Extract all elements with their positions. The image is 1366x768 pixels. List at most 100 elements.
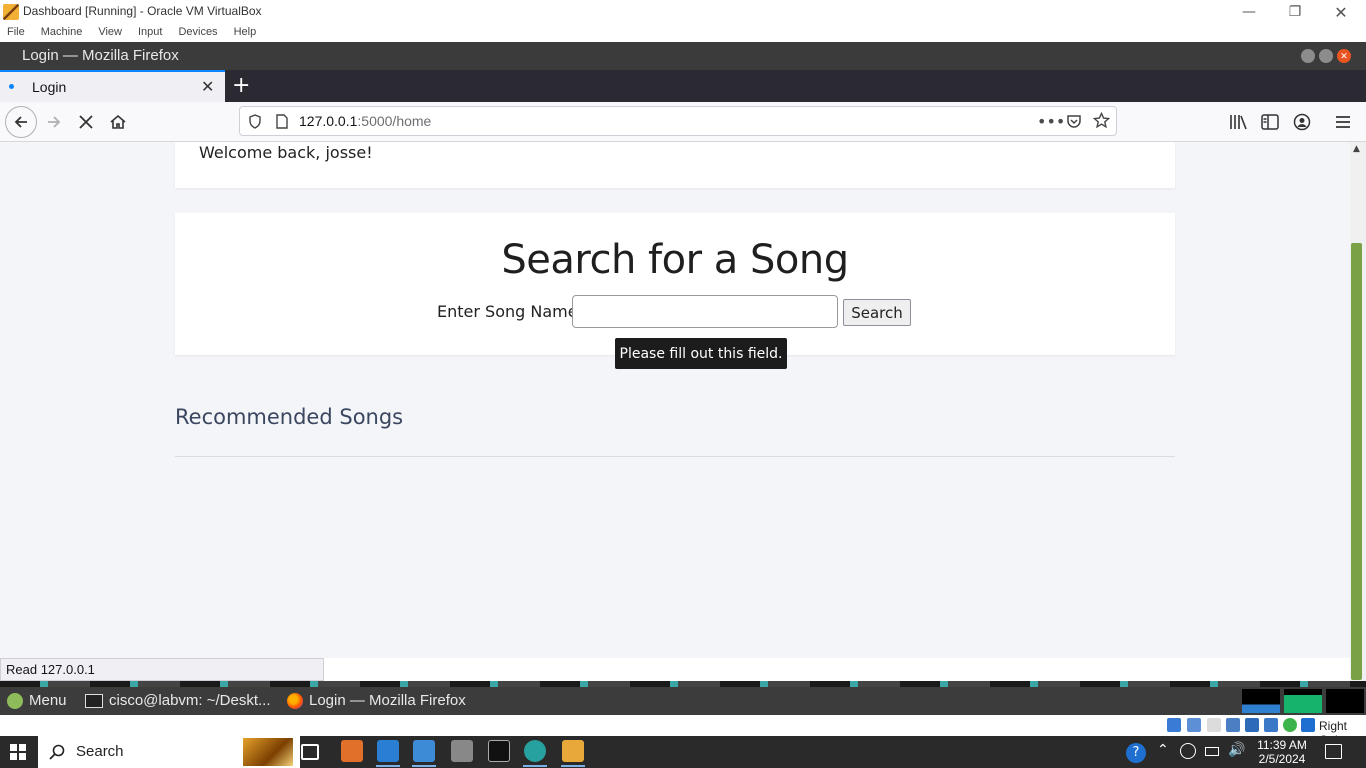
taskbar-search-box[interactable]: Search: [38, 736, 300, 768]
edge-active-indicator: [523, 765, 547, 767]
firefox-title-bar: Login — Mozilla Firefox ✕: [0, 42, 1366, 70]
tray-expand-icon[interactable]: ⌃: [1157, 742, 1169, 758]
command-prompt-icon[interactable]: [488, 740, 510, 762]
vb-disk-icon[interactable]: [1167, 718, 1181, 732]
minimize-icon[interactable]: —: [1226, 0, 1272, 24]
virtualbox-cube-icon[interactable]: [413, 740, 435, 762]
welcome-message: Welcome back, josse!: [199, 143, 373, 162]
url-bar[interactable]: 127.0.0.1:5000/home •••: [239, 106, 1117, 136]
virtualbox-status-bar: Right Ctrl: [0, 715, 1366, 747]
firefox-close-icon[interactable]: ✕: [1337, 49, 1351, 63]
taskbar-search-label: Search: [76, 743, 124, 760]
firefox-window-title: Login — Mozilla Firefox: [22, 47, 179, 64]
tab-login[interactable]: Login ✕: [0, 70, 225, 102]
memory-monitor-graph: [1284, 689, 1322, 713]
sidebar-icon[interactable]: [1261, 114, 1279, 130]
firefox-maximize-icon[interactable]: [1319, 49, 1333, 63]
edge-icon[interactable]: [524, 740, 546, 762]
back-arrow-icon: [14, 116, 27, 128]
status-bar: Read 127.0.0.1: [0, 658, 324, 681]
battery-icon[interactable]: [1205, 747, 1219, 756]
restore-icon[interactable]: ❐: [1272, 0, 1318, 24]
guest-menu-button[interactable]: Menu: [7, 692, 67, 709]
vb-shared-folder-icon[interactable]: [1264, 718, 1278, 732]
scroll-thumb[interactable]: [1351, 243, 1362, 680]
tab-loading-dot-icon: [9, 84, 14, 89]
windows-start-icon[interactable]: [10, 744, 26, 760]
vb-usb-icon[interactable]: [1245, 718, 1259, 732]
tab-bar: Login ✕ +: [0, 70, 1366, 102]
guest-panel: Menu cisco@labvm: ~/Deskt... Login — Moz…: [0, 687, 1366, 715]
vm-active-indicator: [561, 765, 585, 767]
virtualbox-menu-bar: File Machine View Input Devices Help: [0, 24, 1366, 42]
scroll-up-icon[interactable]: ▲: [1353, 144, 1360, 154]
page-info-icon[interactable]: [276, 114, 288, 129]
guest-terminal-window[interactable]: cisco@labvm: ~/Deskt...: [85, 692, 271, 709]
clock-date: 2/5/2024: [1258, 752, 1306, 766]
terminal-window-label: cisco@labvm: ~/Deskt...: [109, 692, 271, 709]
firefox-window-label: Login — Mozilla Firefox: [309, 692, 466, 709]
guest-menu-label: Menu: [29, 692, 67, 709]
menu-view[interactable]: View: [91, 24, 122, 42]
task-view-icon[interactable]: [301, 744, 319, 760]
windows-taskbar: Search ? ⌃ 🔊 11:39 AM 2/5/2024: [0, 736, 1366, 768]
notification-center-icon[interactable]: [1325, 744, 1342, 759]
menu-help[interactable]: Help: [227, 24, 257, 42]
bookmark-star-icon[interactable]: [1093, 112, 1110, 129]
menu-devices[interactable]: Devices: [171, 24, 217, 42]
back-button[interactable]: [5, 106, 37, 138]
virtualbox-window-title: Dashboard [Running] - Oracle VM VirtualB…: [23, 4, 262, 18]
globe-icon[interactable]: [1180, 743, 1196, 759]
xampp-icon[interactable]: [341, 740, 363, 762]
tab-label: Login: [32, 79, 67, 95]
volume-icon[interactable]: 🔊: [1228, 742, 1245, 758]
home-icon: [110, 114, 126, 129]
search-icon: [49, 744, 65, 760]
snipping-tool-icon[interactable]: [451, 740, 473, 762]
home-button[interactable]: [102, 106, 134, 138]
pocket-icon[interactable]: [1066, 113, 1082, 129]
clock-time: 11:39 AM: [1257, 738, 1307, 752]
vscode-icon[interactable]: [377, 740, 399, 762]
stop-button[interactable]: [70, 106, 102, 138]
forward-button[interactable]: [38, 106, 70, 138]
help-icon[interactable]: ?: [1126, 743, 1146, 763]
vb-audio-icon[interactable]: [1207, 718, 1221, 732]
song-name-input[interactable]: [572, 295, 838, 328]
search-card: Search for a Song Enter Song Name: Searc…: [175, 213, 1175, 355]
virtualbox-title-bar: Dashboard [Running] - Oracle VM VirtualB…: [0, 0, 1366, 24]
recommended-songs-heading: Recommended Songs: [175, 405, 404, 429]
recommended-divider: [175, 456, 1175, 457]
menu-input[interactable]: Input: [131, 24, 162, 42]
search-button[interactable]: Search: [843, 299, 911, 326]
mint-logo-icon: [7, 692, 23, 709]
virtualbox-app-icon: [3, 4, 19, 20]
firefox-icon: [287, 692, 303, 709]
guest-firefox-window[interactable]: Login — Mozilla Firefox: [287, 692, 466, 709]
account-icon[interactable]: [1293, 113, 1311, 131]
vscode-active-indicator: [376, 765, 400, 767]
menu-machine[interactable]: Machine: [34, 24, 83, 42]
virtualbox-vm-icon[interactable]: [562, 740, 584, 762]
close-icon[interactable]: ✕: [1318, 0, 1364, 24]
hamburger-menu-icon[interactable]: [1335, 115, 1351, 129]
cpu-monitor-graph: [1242, 689, 1280, 713]
tab-close-icon[interactable]: ✕: [201, 77, 214, 96]
navigation-toolbar: 127.0.0.1:5000/home •••: [0, 102, 1366, 142]
search-heading: Search for a Song: [501, 237, 849, 283]
menu-file[interactable]: File: [0, 24, 25, 42]
tracking-shield-icon[interactable]: [248, 114, 262, 129]
url-host: 127.0.0.1: [299, 113, 358, 129]
vb-display-icon[interactable]: [1283, 718, 1297, 732]
new-tab-button[interactable]: +: [232, 73, 250, 98]
page-actions-icon[interactable]: •••: [1037, 112, 1065, 131]
firefox-minimize-icon[interactable]: [1301, 49, 1315, 63]
library-icon[interactable]: [1229, 114, 1247, 130]
forward-arrow-icon: [48, 116, 61, 128]
vb-network-icon[interactable]: [1226, 718, 1240, 732]
vb-optical-icon[interactable]: [1187, 718, 1201, 732]
url-text: 127.0.0.1:5000/home: [299, 113, 431, 129]
vb-mouse-integration-icon[interactable]: [1301, 718, 1315, 732]
taskbar-clock[interactable]: 11:39 AM 2/5/2024: [1254, 738, 1310, 766]
search-highlight-icon: [243, 738, 293, 766]
